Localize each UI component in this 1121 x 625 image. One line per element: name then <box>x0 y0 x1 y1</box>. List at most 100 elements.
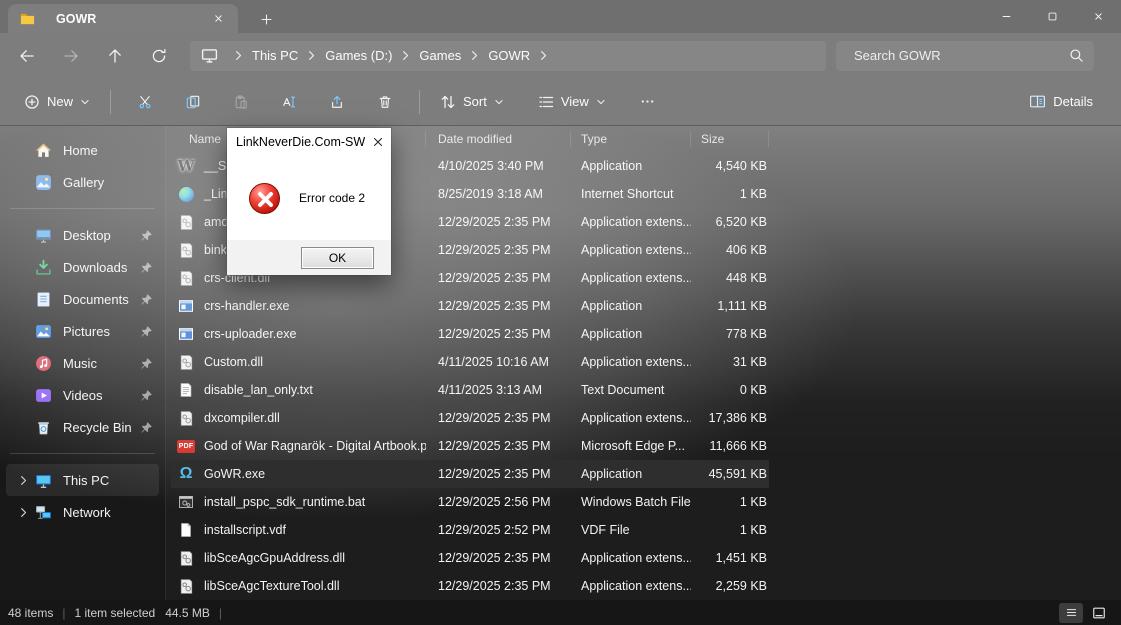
main-content: HomeGallery DesktopDownloadsDocumentsPic… <box>0 126 1121 600</box>
file-row-crs-uploader-exe[interactable]: crs-uploader.exe12/29/2025 2:35 PMApplic… <box>171 320 769 348</box>
window-controls <box>983 0 1121 33</box>
file-row-libsceagctexturetool-dll[interactable]: libSceAgcTextureTool.dll 12/29/2025 2:35 … <box>171 572 769 600</box>
sidebar-item-gallery[interactable]: Gallery <box>6 166 159 198</box>
file-size: 11,666 KB <box>691 439 769 453</box>
dll-icon <box>177 549 195 567</box>
column-header-size[interactable]: Size <box>691 131 769 147</box>
details-view-toggle[interactable] <box>1059 603 1083 623</box>
txt-icon <box>177 381 195 399</box>
paste-button[interactable] <box>224 85 258 119</box>
command-toolbar: New Sort View Details <box>0 78 1121 126</box>
file-row-god-of-war-ragnar-k-digital-artbook-pdf[interactable]: PDFGod of War Ragnarök - Digital Artbook… <box>171 432 769 460</box>
file-row-installscript-vdf[interactable]: installscript.vdf12/29/2025 2:52 PMVDF F… <box>171 516 769 544</box>
sidebar-item-network[interactable]: Network <box>6 496 159 528</box>
explorer-tab[interactable]: GOWR <box>8 4 238 33</box>
large-icons-view-toggle[interactable] <box>1087 603 1111 623</box>
details-pane-button[interactable]: Details <box>1019 85 1103 119</box>
file-size: 406 KB <box>691 243 769 257</box>
sidebar-item-desktop[interactable]: Desktop <box>6 219 159 251</box>
this-pc-monitor-icon <box>200 47 218 65</box>
ok-button[interactable]: OK <box>301 247 374 269</box>
tab-bar: GOWR <box>0 0 1121 33</box>
sort-label: Sort <box>463 94 487 109</box>
home-icon <box>34 141 52 159</box>
file-date-modified: 12/29/2025 2:35 PM <box>426 271 571 285</box>
error-dialog-footer: OK <box>227 240 391 275</box>
close-button[interactable] <box>1075 0 1121 33</box>
view-button[interactable]: View <box>528 85 616 119</box>
sidebar-item-home[interactable]: Home <box>6 134 159 166</box>
chevron-right-icon[interactable] <box>12 475 34 486</box>
search-input[interactable]: Search GOWR <box>836 41 1094 71</box>
sidebar-item-this-pc[interactable]: This PC <box>6 464 159 496</box>
new-button[interactable]: New <box>14 85 100 119</box>
file-name: libSceAgcTextureTool.dll <box>204 579 340 593</box>
file-size: 4,540 KB <box>691 159 769 173</box>
sidebar-item-downloads[interactable]: Downloads <box>6 251 159 283</box>
file-type: Application <box>571 299 691 313</box>
address-bar: This PC Games (D:) Games GOWR Search GOWR <box>0 33 1121 78</box>
pin-icon <box>139 229 153 242</box>
file-size: 0 KB <box>691 383 769 397</box>
error-dialog-close-icon[interactable] <box>365 128 391 156</box>
file-row-gowr-exe[interactable]: ΩGoWR.exe12/29/2025 2:35 PMApplication45… <box>171 460 769 488</box>
delete-button[interactable] <box>368 85 402 119</box>
sidebar-item-music[interactable]: Music <box>6 347 159 379</box>
cut-button[interactable] <box>128 85 162 119</box>
error-icon <box>249 183 280 214</box>
sidebar-item-documents[interactable]: Documents <box>6 283 159 315</box>
breadcrumb[interactable]: This PC Games (D:) Games GOWR <box>190 41 826 71</box>
file-row-custom-dll[interactable]: Custom.dll4/11/2025 10:16 AMApplication … <box>171 348 769 376</box>
file-name: crs-handler.exe <box>204 299 289 313</box>
selection-count: 1 item selected <box>74 606 155 620</box>
minimize-button[interactable] <box>983 0 1029 33</box>
file-date-modified: 12/29/2025 2:35 PM <box>426 439 571 453</box>
chevron-right-icon[interactable] <box>12 507 34 518</box>
breadcrumb-item-this-pc[interactable]: This PC <box>244 48 306 63</box>
items-count: 48 items <box>8 606 53 620</box>
maximize-button[interactable] <box>1029 0 1075 33</box>
sort-button[interactable]: Sort <box>430 85 514 119</box>
sidebar-item-label: Network <box>63 505 153 520</box>
file-type: Application extens... <box>571 355 691 369</box>
new-tab-button[interactable] <box>256 9 276 29</box>
error-dialog-title: LinkNeverDie.Com-SW <box>236 135 365 149</box>
file-row-dxcompiler-dll[interactable]: dxcompiler.dll12/29/2025 2:35 PMApplicat… <box>171 404 769 432</box>
pin-icon <box>139 421 153 434</box>
column-header-date-modified[interactable]: Date modified <box>426 131 571 147</box>
file-type: Text Document <box>571 383 691 397</box>
chevron-right-icon <box>233 50 244 61</box>
file-row-disable-lan-only-txt[interactable]: disable_lan_only.txt4/11/2025 3:13 AMTex… <box>171 376 769 404</box>
dll-icon <box>177 409 195 427</box>
sidebar-item-recycle-bin[interactable]: Recycle Bin <box>6 411 159 443</box>
breadcrumb-item-games-d-[interactable]: Games (D:) <box>317 48 400 63</box>
file-row-libsceagcgpuaddress-dll[interactable]: libSceAgcGpuAddress.dll12/29/2025 2:35 P… <box>171 544 769 572</box>
breadcrumb-item-gowr[interactable]: GOWR <box>480 48 538 63</box>
sidebar-item-pictures[interactable]: Pictures <box>6 315 159 347</box>
status-divider: | <box>219 606 222 620</box>
file-type: Application extens... <box>571 579 691 593</box>
file-date-modified: 12/29/2025 2:35 PM <box>426 579 571 593</box>
copy-button[interactable] <box>176 85 210 119</box>
file-type: Application extens... <box>571 551 691 565</box>
forward-button[interactable] <box>56 41 86 71</box>
details-pane-icon <box>1029 93 1046 110</box>
file-row-install-pspc-sdk-runtime-bat[interactable]: install_pspc_sdk_runtime.bat12/29/2025 2… <box>171 488 769 516</box>
file-type: Application extens... <box>571 411 691 425</box>
up-button[interactable] <box>100 41 130 71</box>
tab-close-icon[interactable] <box>208 9 228 29</box>
breadcrumb-item-games[interactable]: Games <box>411 48 469 63</box>
refresh-button[interactable] <box>144 41 174 71</box>
share-button[interactable] <box>320 85 354 119</box>
sidebar-item-videos[interactable]: Videos <box>6 379 159 411</box>
back-button[interactable] <box>12 41 42 71</box>
file-type: Application <box>571 467 691 481</box>
sidebar-item-label: This PC <box>63 473 153 488</box>
more-options-button[interactable] <box>630 85 665 119</box>
pdf-icon: PDF <box>177 437 195 455</box>
file-row-crs-handler-exe[interactable]: crs-handler.exe12/29/2025 2:35 PMApplica… <box>171 292 769 320</box>
rename-button[interactable] <box>272 85 306 119</box>
column-header-type[interactable]: Type <box>571 131 691 147</box>
file-date-modified: 4/11/2025 10:16 AM <box>426 355 571 369</box>
music-icon <box>34 354 52 372</box>
